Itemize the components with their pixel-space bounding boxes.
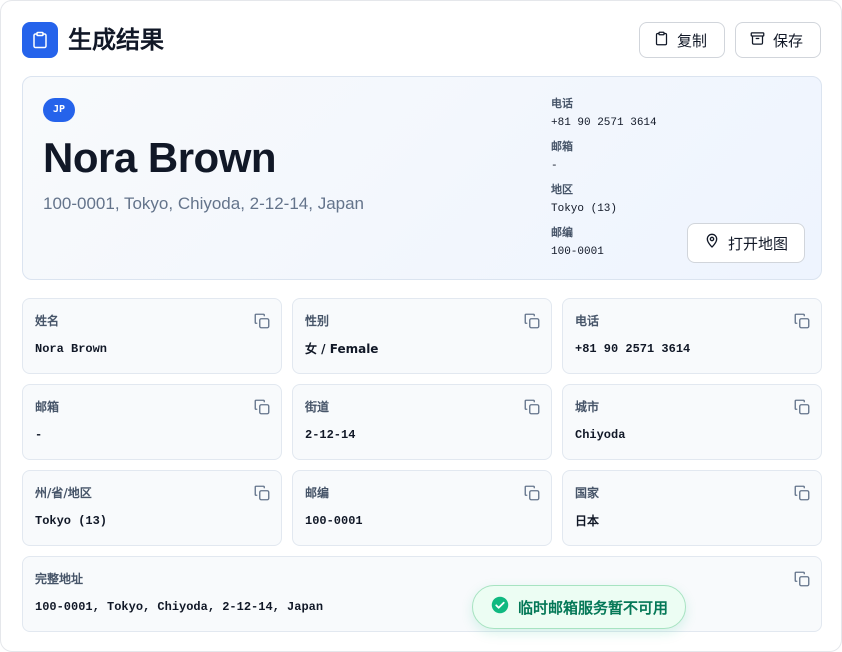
info-label: 邮编	[551, 226, 573, 239]
info-postcode: 邮编 100-0001	[551, 226, 691, 269]
field-label: 州/省/地区	[35, 486, 92, 500]
info-phone: 电话 +81 90 2571 3614	[551, 97, 691, 140]
field-card-email: 邮箱 -	[22, 384, 282, 460]
field-label: 城市	[575, 400, 600, 414]
toast-notification: 临时邮箱服务暂不可用	[472, 585, 686, 629]
field-card-state: 州/省/地区 Tokyo (13)	[22, 470, 282, 546]
toast-message: 临时邮箱服务暂不可用	[518, 598, 669, 617]
info-value: 100-0001	[551, 246, 604, 258]
copy-icon[interactable]	[253, 398, 271, 416]
field-value: Tokyo (13)	[35, 514, 108, 528]
field-card-postcode: 邮编 100-0001	[292, 470, 552, 546]
field-value: 100-0001	[305, 514, 363, 528]
info-email: 邮箱 -	[551, 140, 691, 183]
copy-icon[interactable]	[253, 484, 271, 502]
hero-address: 100-0001, Tokyo, Chiyoda, 2-12-14, Japan	[43, 194, 365, 213]
field-value: 100-0001, Tokyo, Chiyoda, 2-12-14, Japan	[35, 600, 324, 614]
field-card-gender: 性别 女 / Female	[292, 298, 552, 374]
field-card-phone: 电话 +81 90 2571 3614	[562, 298, 822, 374]
archive-icon	[750, 31, 765, 50]
field-label: 邮编	[305, 486, 330, 500]
field-value: Nora Brown	[35, 342, 108, 356]
clipboard-icon	[654, 31, 669, 50]
header: 生成结果 复制 保存	[21, 21, 821, 59]
info-value: -	[551, 160, 558, 172]
save-button-label: 保存	[773, 31, 804, 50]
field-label: 性别	[305, 314, 330, 328]
contact-info-list: 电话 +81 90 2571 3614 邮箱 - 地区 Tokyo (13) 邮…	[551, 97, 691, 269]
field-value: -	[35, 428, 43, 442]
info-label: 邮箱	[551, 140, 573, 153]
field-card-name: 姓名 Nora Brown	[22, 298, 282, 374]
field-card-country: 国家 日本	[562, 470, 822, 546]
open-map-button[interactable]: 打开地图	[687, 223, 805, 263]
field-card-city: 城市 Chiyoda	[562, 384, 822, 460]
field-label: 电话	[575, 314, 600, 328]
copy-icon[interactable]	[523, 312, 541, 330]
field-label: 街道	[305, 400, 330, 414]
copy-button-label: 复制	[677, 31, 708, 50]
copy-icon[interactable]	[793, 484, 811, 502]
field-value: 2-12-14	[305, 428, 356, 442]
field-value: Chiyoda	[575, 428, 626, 442]
clipboard-icon	[22, 22, 58, 58]
info-value: +81 90 2571 3614	[551, 117, 657, 129]
copy-icon[interactable]	[523, 398, 541, 416]
result-window: 生成结果 复制 保存 JP Nora Brown 100-0001, Tokyo…	[0, 0, 842, 652]
info-label: 地区	[551, 183, 573, 196]
copy-icon[interactable]	[523, 484, 541, 502]
copy-icon[interactable]	[253, 312, 271, 330]
field-label: 邮箱	[35, 400, 60, 414]
info-value: Tokyo (13)	[551, 203, 618, 215]
field-card-street: 街道 2-12-14	[292, 384, 552, 460]
copy-icon[interactable]	[793, 570, 811, 588]
page-title: 生成结果	[68, 26, 164, 54]
field-label: 完整地址	[35, 572, 84, 586]
field-card-full-address: 完整地址 100-0001, Tokyo, Chiyoda, 2-12-14, …	[22, 556, 822, 632]
info-region: 地区 Tokyo (13)	[551, 183, 691, 226]
person-name: Nora Brown	[43, 134, 277, 181]
field-value: 女 / Female	[305, 342, 379, 356]
copy-button[interactable]: 复制	[639, 22, 725, 58]
field-label: 国家	[575, 486, 600, 500]
copy-icon[interactable]	[793, 312, 811, 330]
check-circle-icon	[491, 596, 509, 619]
country-badge: JP	[43, 98, 75, 122]
save-button[interactable]: 保存	[735, 22, 821, 58]
open-map-label: 打开地图	[727, 234, 788, 253]
field-value: +81 90 2571 3614	[575, 342, 691, 356]
map-pin-icon	[704, 233, 720, 253]
copy-icon[interactable]	[793, 398, 811, 416]
identity-summary-card: JP Nora Brown 100-0001, Tokyo, Chiyoda, …	[22, 76, 822, 280]
field-label: 姓名	[35, 314, 60, 328]
field-value: 日本	[575, 514, 600, 528]
info-label: 电话	[551, 97, 573, 110]
